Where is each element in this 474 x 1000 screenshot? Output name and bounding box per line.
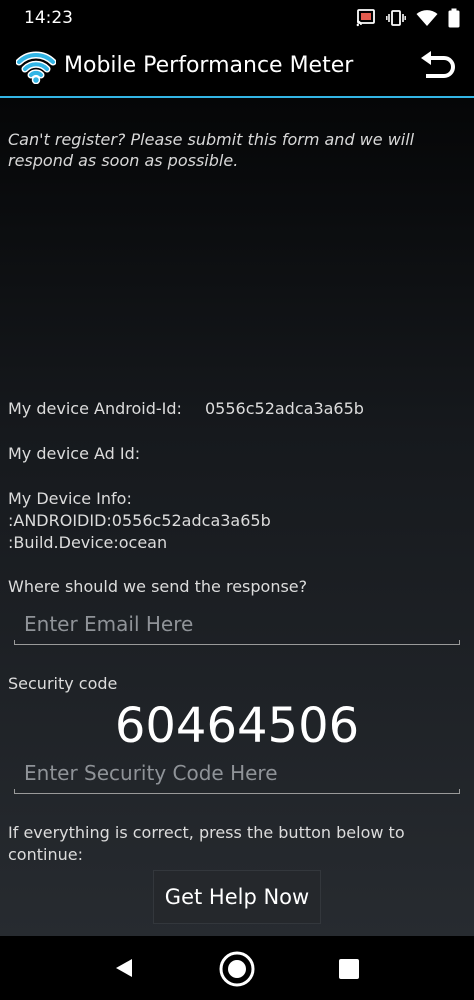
security-field-container [14, 755, 460, 795]
cast-icon [356, 9, 376, 27]
security-underline [14, 793, 460, 794]
email-underline-tick [459, 640, 460, 645]
security-underline-tick [459, 789, 460, 794]
home-circle-icon[interactable] [217, 949, 257, 989]
device-info-label: My Device Info: [8, 489, 132, 508]
device-info-android-id: :ANDROIDID:0556c52adca3a65b [8, 511, 271, 530]
navigation-bar [0, 936, 474, 1000]
recents-square-icon[interactable] [338, 958, 360, 980]
get-help-button[interactable]: Get Help Now [153, 870, 321, 924]
ad-id-label: My device Ad Id: [8, 444, 141, 463]
wifi-icon [416, 9, 438, 27]
status-icons [356, 8, 460, 28]
response-prompt: Where should we send the response? [8, 577, 308, 596]
email-field-container [14, 606, 460, 646]
vibrate-icon [386, 9, 406, 27]
continue-text-line2: continue: [8, 845, 83, 864]
device-info-build-device: :Build.Device:ocean [8, 533, 168, 552]
email-underline [14, 644, 460, 645]
security-code-value: 60464506 [114, 698, 360, 754]
security-underline-tick [14, 789, 15, 794]
undo-icon[interactable] [416, 50, 458, 84]
screen: 14:23 Mobile Performance Meter Can't reg… [0, 0, 474, 1000]
security-code-label: Security code [8, 674, 118, 693]
status-time: 14:23 [24, 8, 73, 28]
status-bar: 14:23 [0, 0, 474, 36]
device-info: My Device Info: :ANDROIDID:0556c52adca3a… [8, 488, 271, 554]
email-field[interactable] [14, 606, 454, 642]
security-code-field[interactable] [14, 755, 454, 791]
back-triangle-icon[interactable] [112, 956, 136, 980]
help-form: Can't register? Please submit this form … [0, 98, 474, 936]
email-underline-tick [14, 640, 15, 645]
continue-text-line1: If everything is correct, press the butt… [8, 823, 405, 842]
wifi-signal-icon [15, 50, 57, 85]
android-id-value: 0556c52adca3a65b [205, 399, 364, 418]
intro-text: Can't register? Please submit this form … [8, 130, 415, 170]
battery-icon [448, 8, 460, 28]
app-title: Mobile Performance Meter [64, 53, 354, 78]
action-bar: Mobile Performance Meter [0, 36, 474, 96]
android-id-label: My device Android-Id: [8, 399, 182, 418]
